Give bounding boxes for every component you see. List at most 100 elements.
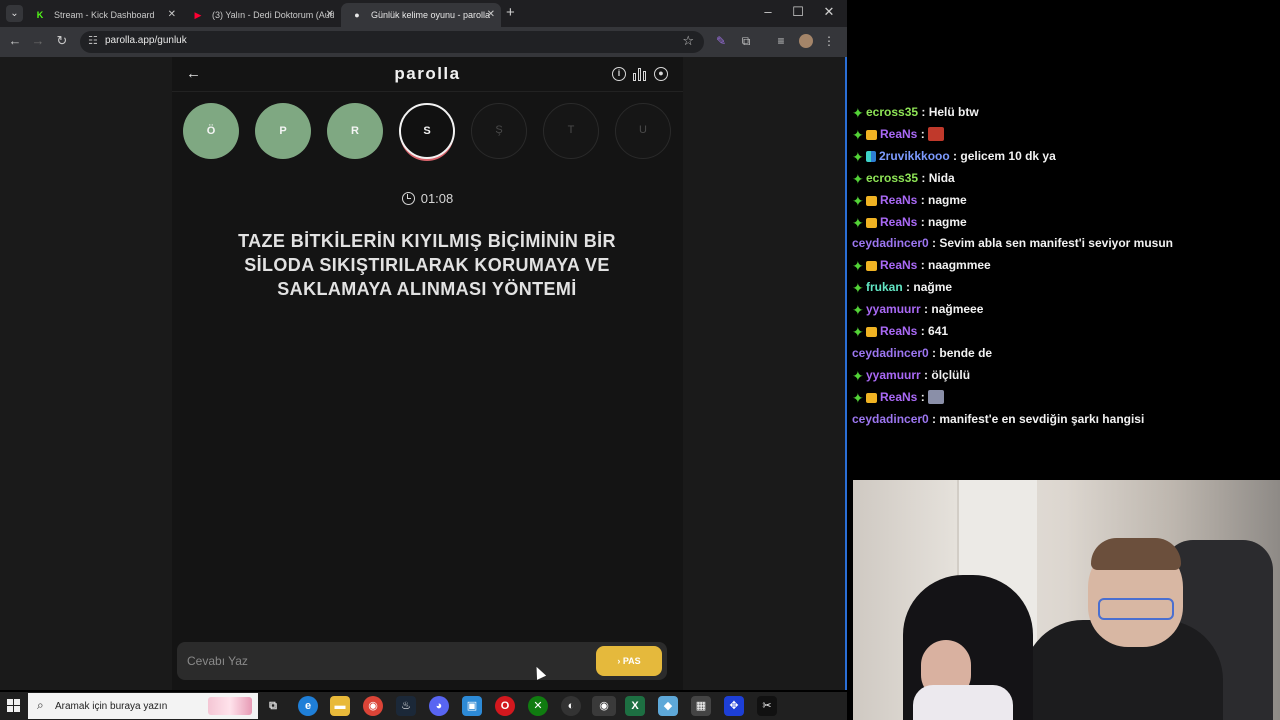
app-icon-3[interactable]: ✥: [724, 696, 744, 716]
tab-label: (3) Yalın - Dedi Doktorum (Aud: [212, 10, 334, 20]
chat-username[interactable]: yyamuurr: [866, 368, 921, 382]
tab-parolla[interactable]: ● Günlük kelime oyunu - parolla ✕: [341, 3, 501, 27]
webcam-person-left-shirt: [913, 685, 1013, 720]
chat-text: bende de: [939, 346, 993, 360]
chat-message: ceydadincer0 : Sevim abla sen manifest'i…: [852, 234, 1173, 252]
tab-search-icon[interactable]: ⌄: [6, 5, 23, 22]
extensions-puzzle-icon[interactable]: ⧉: [738, 34, 754, 49]
chat-username[interactable]: ReaNs: [880, 258, 917, 272]
media-control-icon[interactable]: ≡: [773, 34, 789, 48]
calculator-icon[interactable]: ▦: [691, 696, 711, 716]
taskbar-search[interactable]: ⌕ Aramak için buraya yazın: [28, 693, 258, 719]
pass-label: PAS: [622, 656, 641, 666]
task-view-icon[interactable]: ⧉: [263, 696, 283, 716]
windows-start-icon[interactable]: [7, 699, 20, 712]
question-text: TAZE BİTKİLERİN KIYILMIŞ BİÇİMİNİN BİR S…: [238, 231, 616, 299]
webcam-glasses: [1098, 598, 1174, 620]
browser-window: ⌄ K Stream - Kick Dashboard ✕ ▶ (3) Yalı…: [0, 0, 847, 690]
search-icon: ⌕: [37, 698, 44, 712]
chat-username[interactable]: ReaNs: [880, 390, 917, 404]
back-icon[interactable]: ←: [7, 33, 23, 48]
screen: ⌄ K Stream - Kick Dashboard ✕ ▶ (3) Yalı…: [0, 0, 1280, 720]
xbox-icon[interactable]: ✕: [528, 696, 548, 716]
chrome-active-icon[interactable]: ◉: [592, 696, 616, 716]
chat-username[interactable]: yyamuurr: [866, 302, 921, 316]
kick-sub-badge-icon: ✦: [852, 171, 864, 187]
capcut-icon[interactable]: ✂: [757, 696, 777, 716]
answer-input[interactable]: [187, 651, 587, 671]
chat-separator: :: [949, 149, 961, 163]
forward-icon[interactable]: →: [30, 33, 46, 48]
chat-username[interactable]: ecross35: [866, 105, 918, 119]
chat-emote-icon: [928, 390, 945, 404]
edge-icon[interactable]: e: [298, 696, 318, 716]
clock-icon: [401, 192, 415, 205]
kick-sub-badge-icon: ✦: [852, 390, 864, 406]
chat-message: ✦ ReaNs : nagme: [852, 191, 967, 209]
minimize-icon[interactable]: –: [758, 4, 778, 19]
obs-icon[interactable]: ◐: [561, 696, 581, 716]
reload-icon[interactable]: ↻: [54, 33, 70, 49]
profile-avatar[interactable]: [799, 34, 813, 48]
close-tab-icon[interactable]: ✕: [487, 3, 495, 27]
chat-username[interactable]: ceydadincer0: [852, 236, 929, 250]
excel-icon[interactable]: X: [625, 696, 645, 716]
new-tab-icon[interactable]: +: [506, 4, 515, 21]
menu-kebab-icon[interactable]: ⋮: [821, 34, 837, 48]
chat-message: ceydadincer0 : bende de: [852, 344, 992, 362]
address-bar[interactable]: ☷ parolla.app/gunluk ☆: [80, 31, 704, 53]
extension-pen-icon[interactable]: ✎: [713, 34, 729, 48]
chat-username[interactable]: frukan: [866, 280, 903, 294]
chat-message: ✦ ReaNs :: [852, 125, 945, 143]
profile-icon[interactable]: ●: [654, 67, 668, 81]
discord-icon[interactable]: ◕: [429, 696, 449, 716]
letter-circle-p: P: [255, 103, 311, 159]
pass-button[interactable]: › PAS: [596, 646, 662, 676]
close-tab-icon[interactable]: ✕: [168, 3, 176, 27]
youtube-icon: ▶: [194, 10, 202, 20]
search-placeholder: Aramak için buraya yazın: [55, 701, 168, 712]
chat-username[interactable]: ReaNs: [880, 215, 917, 229]
opera-icon[interactable]: O: [495, 696, 515, 716]
kick-sub-badge-icon: ✦: [852, 280, 864, 296]
letter-circle-s: S: [399, 103, 455, 159]
chat-username[interactable]: ReaNs: [880, 193, 917, 207]
app-icon[interactable]: ▣: [462, 696, 482, 716]
app-logo: parolla: [394, 64, 461, 83]
maximize-icon[interactable]: ☐: [788, 4, 808, 20]
letter-circle-sh: Ş: [471, 103, 527, 159]
app-icon-2[interactable]: ◆: [658, 696, 678, 716]
chat-username[interactable]: 2ruvikkkooo: [879, 149, 950, 163]
site-info-icon[interactable]: ☷: [88, 34, 98, 47]
chat-text: Sevim abla sen manifest'i seviyor musun: [939, 236, 1174, 250]
chat-username[interactable]: ReaNs: [880, 127, 917, 141]
kick-sub-badge-icon: ✦: [852, 258, 864, 274]
kick-icon: K: [36, 10, 44, 20]
close-tab-icon[interactable]: ✕: [326, 3, 334, 27]
chat-username[interactable]: ceydadincer0: [852, 346, 929, 360]
chat-emote-icon: [928, 127, 945, 141]
chat-message: ✦ frukan : nağme: [852, 278, 952, 296]
app-header: ← parolla i ●: [172, 57, 683, 92]
chat-separator: :: [928, 412, 940, 426]
url-text: parolla.app/gunluk: [105, 35, 187, 46]
chat-separator: :: [902, 280, 914, 294]
chat-separator: :: [917, 324, 929, 338]
chat-separator: :: [917, 127, 929, 141]
bookmark-star-icon[interactable]: ☆: [682, 33, 694, 49]
close-window-icon[interactable]: ✕: [819, 4, 839, 20]
chrome-icon[interactable]: ◉: [363, 696, 383, 716]
chat-message: ✦ ReaNs :: [852, 388, 945, 406]
steam-icon[interactable]: ♨: [396, 696, 416, 716]
tab-kick-dashboard[interactable]: K Stream - Kick Dashboard ✕: [24, 3, 182, 27]
info-icon[interactable]: i: [612, 67, 626, 81]
file-explorer-icon[interactable]: ▬: [330, 696, 350, 716]
kick-sub-badge-icon: ✦: [852, 368, 864, 384]
chat-message: ✦ ReaNs : naagmmee: [852, 256, 991, 274]
tab-youtube[interactable]: ▶ (3) Yalın - Dedi Doktorum (Aud ✕: [182, 3, 340, 27]
stats-icon[interactable]: [633, 67, 647, 81]
chat-text: naagmmee: [928, 258, 991, 272]
chat-username[interactable]: ceydadincer0: [852, 412, 929, 426]
chat-username[interactable]: ReaNs: [880, 324, 917, 338]
chat-username[interactable]: ecross35: [866, 171, 918, 185]
